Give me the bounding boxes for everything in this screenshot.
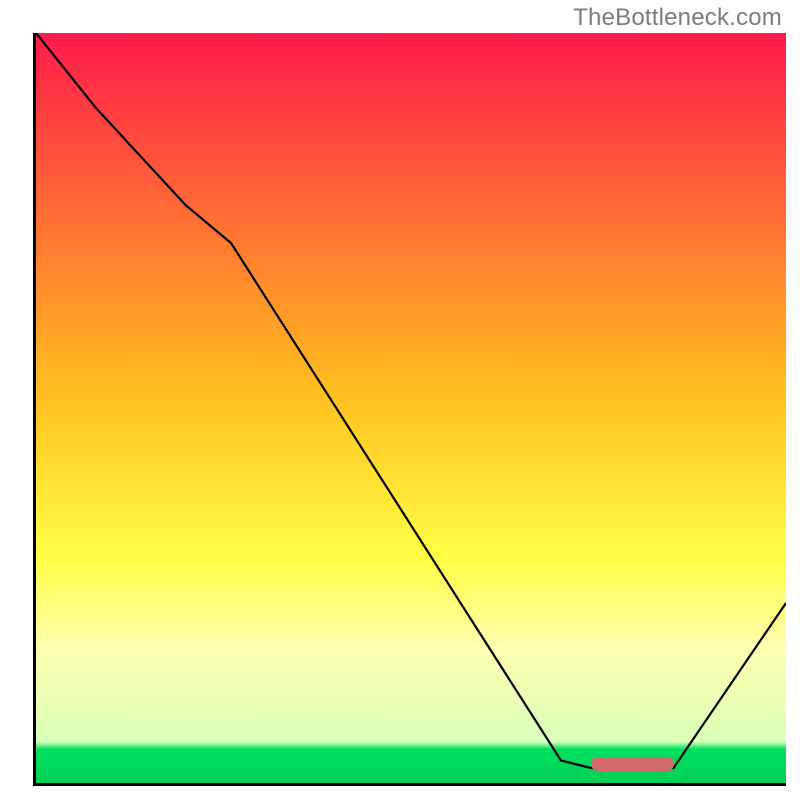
gradient-background bbox=[36, 33, 786, 783]
optimum-marker bbox=[591, 757, 674, 771]
watermark-text: TheBottleneck.com bbox=[573, 4, 782, 32]
plot-area bbox=[36, 33, 786, 783]
chart-container: TheBottleneck.com bbox=[0, 0, 800, 800]
